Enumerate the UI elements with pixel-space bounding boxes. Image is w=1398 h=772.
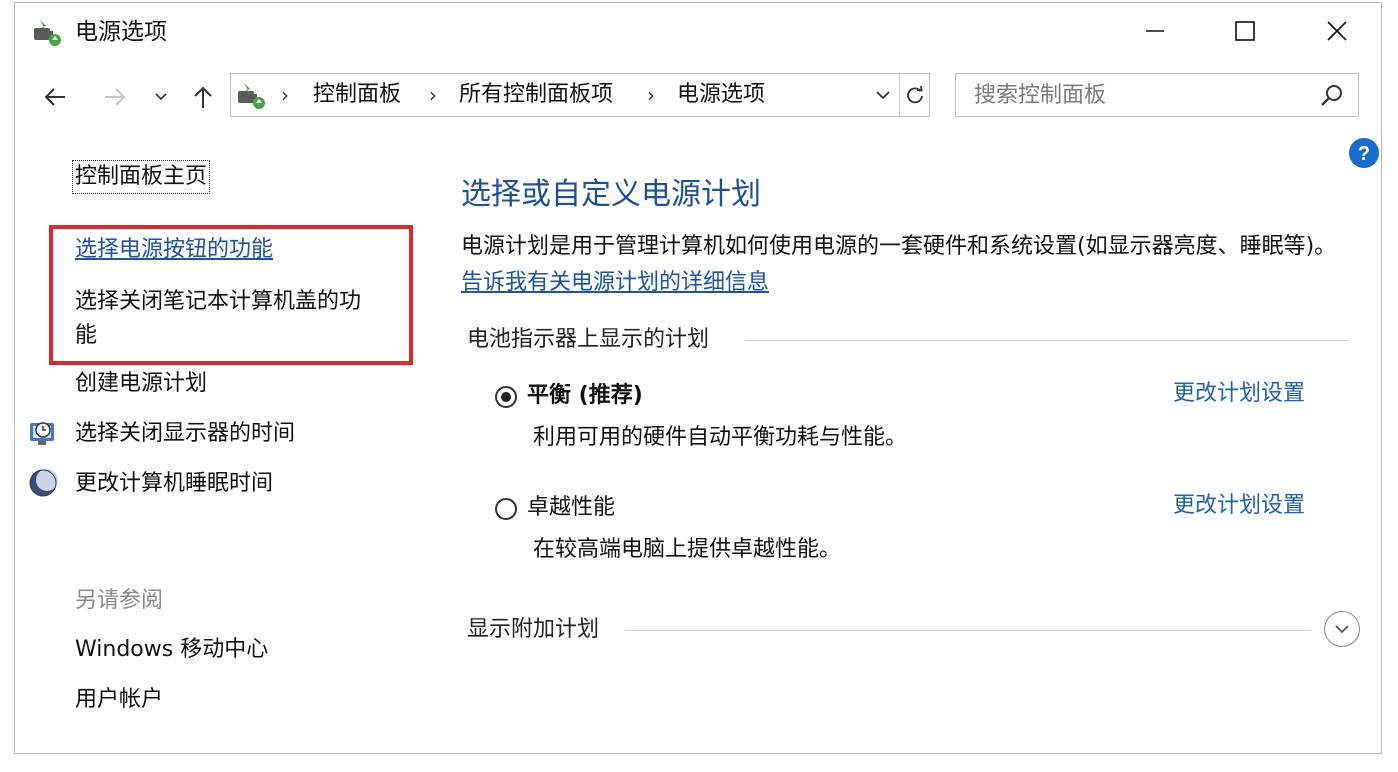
- learn-more-link[interactable]: 告诉我有关电源计划的详细信息: [461, 270, 769, 295]
- plan-ultimate-radio[interactable]: [495, 498, 517, 520]
- svg-text:?: ?: [1358, 143, 1370, 165]
- help-icon[interactable]: ?: [1348, 137, 1380, 169]
- arrow-left-icon: [44, 88, 65, 106]
- plan-balanced-radio[interactable]: [495, 386, 517, 408]
- breadcrumb-separator: ›: [647, 83, 655, 107]
- group-divider: [625, 630, 1311, 631]
- power-plug-battery-icon: [31, 16, 63, 48]
- sidebar-link-display-off[interactable]: 选择关闭显示器的时间: [75, 417, 295, 451]
- breadcrumb-power-options[interactable]: 电源选项: [677, 80, 765, 110]
- search-icon[interactable]: [1318, 82, 1346, 110]
- additional-plans-heading[interactable]: 显示附加计划: [467, 615, 612, 645]
- up-button[interactable]: [185, 79, 221, 115]
- power-plug-battery-icon: [235, 79, 267, 111]
- plan-ultimate-change-settings[interactable]: 更改计划设置: [1173, 491, 1305, 521]
- see-also-mobility-center[interactable]: Windows 移动中心: [75, 633, 268, 667]
- clock-monitor-icon: [27, 417, 59, 449]
- page-title: 选择或自定义电源计划: [461, 177, 761, 212]
- chevron-down-icon: [155, 93, 167, 101]
- control-panel-home-link[interactable]: 控制面板主页: [71, 160, 211, 194]
- page-description: 电源计划是用于管理计算机如何使用电源的一套硬件和系统设置(如显示器亮度、睡眠等)…: [461, 229, 1361, 301]
- address-history-button[interactable]: [867, 74, 899, 116]
- sidebar-link-create-plan[interactable]: 创建电源计划: [75, 367, 207, 401]
- sidebar-link-power-button[interactable]: 选择电源按钮的功能: [75, 233, 273, 267]
- plan-ultimate-name[interactable]: 卓越性能: [527, 493, 615, 523]
- close-button[interactable]: [1307, 9, 1367, 53]
- group-divider: [745, 340, 1349, 341]
- chevron-down-icon: [1335, 625, 1349, 634]
- arrow-right-icon: [105, 88, 126, 106]
- see-also-user-accounts[interactable]: 用户帐户: [75, 683, 163, 717]
- sidebar-link-lid-close[interactable]: 选择关闭笔记本计算机盖的功 能: [75, 285, 361, 353]
- battery-plans-heading: 电池指示器上显示的计划: [467, 325, 722, 355]
- breadcrumb-control-panel[interactable]: 控制面板: [313, 80, 401, 110]
- plan-balanced-name[interactable]: 平衡 (推荐): [527, 381, 643, 411]
- sidebar-link-lid-close-line2: 能: [75, 323, 98, 348]
- sidebar-link-lid-close-line1: 选择关闭笔记本计算机盖的功: [75, 289, 362, 314]
- breadcrumb-separator: ›: [429, 83, 437, 107]
- plan-balanced-change-settings[interactable]: 更改计划设置: [1173, 379, 1305, 409]
- breadcrumb-separator: ›: [281, 83, 289, 107]
- plan-ultimate-description: 在较高端电脑上提供卓越性能。: [533, 537, 842, 562]
- search-input[interactable]: [974, 80, 1294, 110]
- plan-balanced-description: 利用可用的硬件自动平衡功耗与性能。: [533, 425, 908, 450]
- refresh-icon: [907, 85, 923, 104]
- window-title: 电源选项: [75, 19, 167, 45]
- description-text: 电源计划是用于管理计算机如何使用电源的一套硬件和系统设置(如显示器亮度、睡眠等)…: [461, 234, 1337, 259]
- maximize-button[interactable]: [1215, 9, 1275, 53]
- chevron-down-icon: [876, 91, 890, 100]
- arrow-up-icon: [194, 86, 212, 108]
- maximize-icon: [1235, 21, 1255, 41]
- sidebar-link-sleep-time[interactable]: 更改计算机睡眠时间: [75, 467, 273, 501]
- power-options-window: 电源选项 › 控制面板 › 所有控制面板项 › 电源选项 搜索控制面板 ? 控制…: [14, 2, 1382, 754]
- back-button[interactable]: [37, 79, 73, 115]
- close-icon: [1327, 21, 1347, 41]
- recent-locations-button[interactable]: [149, 79, 173, 115]
- expand-additional-plans-button[interactable]: [1324, 611, 1360, 647]
- see-also-heading: 另请参阅: [75, 588, 164, 613]
- radio-selected-dot: [501, 392, 511, 402]
- minimize-button[interactable]: [1125, 9, 1185, 53]
- breadcrumb-all-items[interactable]: 所有控制面板项: [459, 80, 613, 110]
- refresh-button[interactable]: [899, 74, 930, 116]
- forward-button[interactable]: [97, 79, 133, 115]
- minimize-icon: [1146, 30, 1164, 32]
- search-box[interactable]: [955, 73, 1359, 117]
- address-bar[interactable]: › 控制面板 › 所有控制面板项 › 电源选项: [230, 73, 930, 117]
- moon-sleep-icon: [27, 467, 59, 499]
